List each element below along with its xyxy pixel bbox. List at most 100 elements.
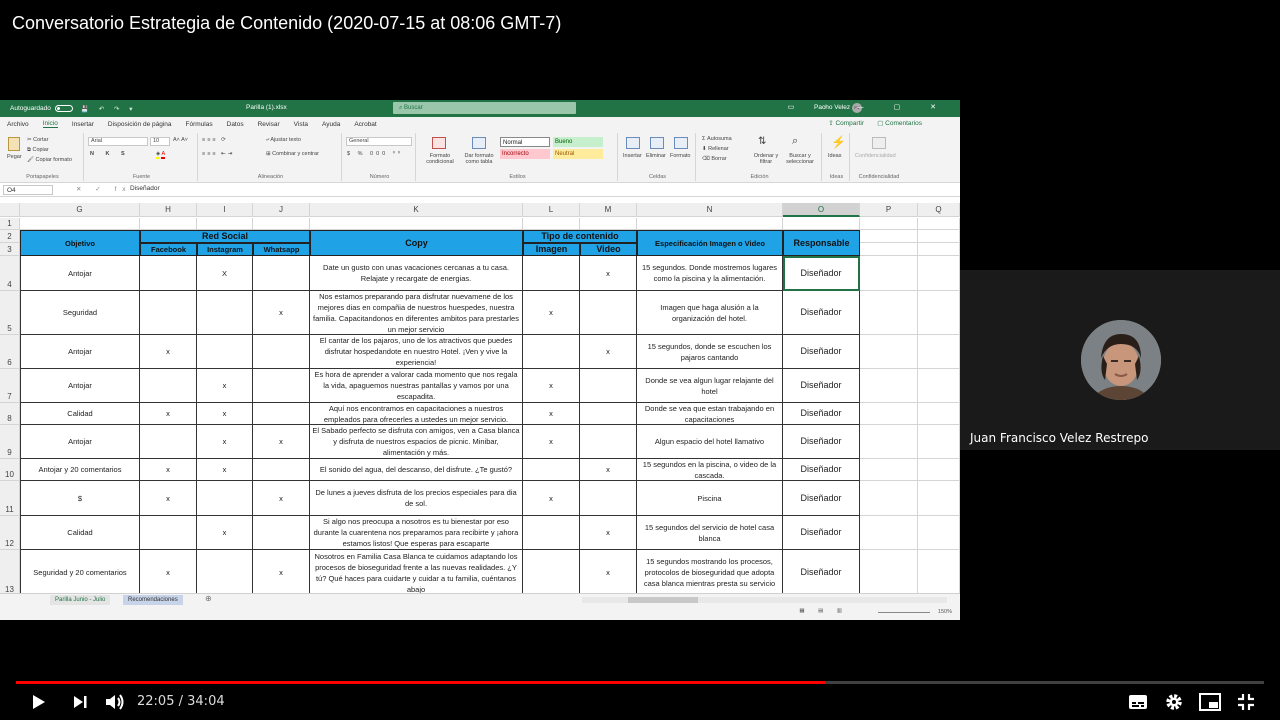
- cell-especificacion[interactable]: 15 segundos del servicio de hotel casa b…: [637, 516, 783, 550]
- font-grow-shrink-icons[interactable]: A˄ A˅: [173, 137, 188, 143]
- cell-copy[interactable]: Date un gusto con unas vacaciones cercan…: [310, 256, 523, 291]
- cell-whatsapp[interactable]: [253, 403, 310, 425]
- cell-video[interactable]: x: [580, 256, 637, 291]
- column-header-p[interactable]: P: [860, 203, 918, 217]
- ribbon-tab-0[interactable]: Archivo: [7, 121, 29, 128]
- horizontal-scrollbar[interactable]: [582, 597, 947, 603]
- empty-cell[interactable]: [860, 369, 918, 403]
- empty-cell[interactable]: [860, 230, 918, 243]
- cell-responsable[interactable]: Diseñador: [783, 516, 860, 550]
- cell-imagen[interactable]: [523, 335, 580, 369]
- cell-copy[interactable]: Aquí nos encontramos en capacitaciones a…: [310, 403, 523, 425]
- sensitivity-button[interactable]: Confidencialidad: [855, 153, 896, 159]
- cell-objetivo[interactable]: Calidad: [20, 516, 140, 550]
- cell-responsable[interactable]: Diseñador: [783, 256, 860, 291]
- empty-cell[interactable]: [860, 459, 918, 481]
- align-top-icons[interactable]: ≡≡≡ ⟳: [202, 137, 228, 143]
- empty-cell[interactable]: [860, 243, 918, 256]
- header-especificacion[interactable]: Especificación Imagen o Video: [637, 230, 783, 256]
- cell-whatsapp[interactable]: [253, 459, 310, 481]
- empty-cell[interactable]: [860, 403, 918, 425]
- cell-responsable[interactable]: Diseñador: [783, 481, 860, 516]
- empty-cell[interactable]: [783, 218, 860, 230]
- format-button[interactable]: Formato: [670, 153, 690, 159]
- font-name-select[interactable]: Arial: [88, 137, 148, 146]
- window-buttons[interactable]: ▭ ▫ — ▢ ✕: [788, 103, 950, 111]
- row-header-9[interactable]: 9: [0, 425, 20, 459]
- ribbon-tab-1[interactable]: Inicio: [42, 120, 58, 128]
- cell-responsable[interactable]: Diseñador: [783, 403, 860, 425]
- merge-center-button[interactable]: ⊞ Combinar y centrar: [266, 151, 319, 157]
- sheet-tab-parilla[interactable]: Parilla Junio - Julio: [50, 595, 111, 605]
- cell-video[interactable]: x: [580, 516, 637, 550]
- ribbon-tab-6[interactable]: Revisar: [258, 121, 280, 128]
- format-as-table-button[interactable]: Dar formato como tabla: [460, 153, 498, 165]
- cell-imagen[interactable]: x: [523, 291, 580, 335]
- cell-especificacion[interactable]: Algun espacio del hotel llamativo: [637, 425, 783, 459]
- cell-objetivo[interactable]: Calidad: [20, 403, 140, 425]
- row-header-2[interactable]: 2: [0, 230, 20, 243]
- column-header-k[interactable]: K: [310, 203, 523, 217]
- copy-button[interactable]: ⧉ Copiar: [27, 147, 49, 154]
- formula-icons[interactable]: ✕ ✓ fx: [76, 185, 132, 193]
- paste-button[interactable]: Pegar: [7, 154, 22, 160]
- cell-imagen[interactable]: [523, 256, 580, 291]
- zoom-level[interactable]: 150%: [938, 609, 952, 615]
- cell-responsable[interactable]: Diseñador: [783, 550, 860, 593]
- view-mode-icons[interactable]: ▦ ▤ ▥: [799, 608, 848, 614]
- wrap-text-button[interactable]: ⤶ Ajustar texto: [266, 137, 301, 144]
- name-box[interactable]: O4: [3, 185, 53, 195]
- cell-especificacion[interactable]: Donde se vea algun lugar relajante del h…: [637, 369, 783, 403]
- cell-especificacion[interactable]: Piscina: [637, 481, 783, 516]
- insert-button[interactable]: Insertar: [623, 153, 642, 159]
- cell-whatsapp[interactable]: x: [253, 291, 310, 335]
- find-select-button[interactable]: Buscar y seleccionar: [780, 153, 820, 165]
- font-size-select[interactable]: 10: [150, 137, 170, 146]
- ribbon-tab-7[interactable]: Vista: [294, 121, 308, 128]
- row-header-13[interactable]: 13: [0, 550, 20, 593]
- conditional-format-button[interactable]: Formato condicional: [420, 153, 460, 165]
- select-all-corner[interactable]: [0, 203, 20, 217]
- cell-imagen[interactable]: [523, 550, 580, 593]
- empty-cell[interactable]: [860, 335, 918, 369]
- ribbon-tab-4[interactable]: Fórmulas: [186, 121, 213, 128]
- cell-video[interactable]: [580, 291, 637, 335]
- cell-video[interactable]: x: [580, 459, 637, 481]
- add-sheet-icon[interactable]: ⊕: [205, 594, 212, 603]
- clear-button[interactable]: ⌫ Borrar: [702, 156, 727, 162]
- sort-filter-button[interactable]: Ordenar y filtrar: [752, 153, 780, 165]
- cell-video[interactable]: [580, 425, 637, 459]
- empty-cell[interactable]: [918, 516, 960, 550]
- quick-access-icons[interactable]: 💾 ↶ ↷ ▾: [81, 105, 137, 113]
- cell-instagram[interactable]: X: [197, 256, 253, 291]
- column-header-q[interactable]: Q: [918, 203, 960, 217]
- empty-cell[interactable]: [20, 218, 140, 230]
- number-format-select[interactable]: General: [346, 137, 412, 146]
- empty-cell[interactable]: [918, 230, 960, 243]
- comments-button[interactable]: ▢ Comentarios: [877, 119, 936, 127]
- empty-cell[interactable]: [860, 218, 918, 230]
- empty-cell[interactable]: [860, 256, 918, 291]
- cell-responsable[interactable]: Diseñador: [783, 335, 860, 369]
- cell-especificacion[interactable]: 15 segundos mostrando los procesos, prot…: [637, 550, 783, 593]
- settings-button[interactable]: [1162, 690, 1186, 714]
- cell-especificacion[interactable]: Imagen que haga alusión a la organizació…: [637, 291, 783, 335]
- empty-cell[interactable]: [197, 218, 253, 230]
- header-copy[interactable]: Copy: [310, 230, 523, 256]
- paste-icon[interactable]: [8, 137, 20, 151]
- column-header-g[interactable]: G: [20, 203, 140, 217]
- header-responsable[interactable]: Responsable: [783, 230, 860, 256]
- subtitles-button[interactable]: [1126, 690, 1150, 714]
- volume-button[interactable]: [103, 690, 127, 714]
- row-header-10[interactable]: 10: [0, 459, 20, 481]
- cell-objetivo[interactable]: Antojar: [20, 369, 140, 403]
- header-imagen[interactable]: Imagen: [523, 243, 580, 256]
- column-header-h[interactable]: H: [140, 203, 197, 217]
- empty-cell[interactable]: [860, 516, 918, 550]
- cell-facebook[interactable]: [140, 369, 197, 403]
- cell-imagen[interactable]: x: [523, 403, 580, 425]
- cell-especificacion[interactable]: Donde se vea que estan trabajando en cap…: [637, 403, 783, 425]
- cell-especificacion[interactable]: 15 segundos, donde se escuchen los pajar…: [637, 335, 783, 369]
- cell-whatsapp[interactable]: [253, 256, 310, 291]
- search-box[interactable]: ⌕ Buscar: [393, 102, 576, 114]
